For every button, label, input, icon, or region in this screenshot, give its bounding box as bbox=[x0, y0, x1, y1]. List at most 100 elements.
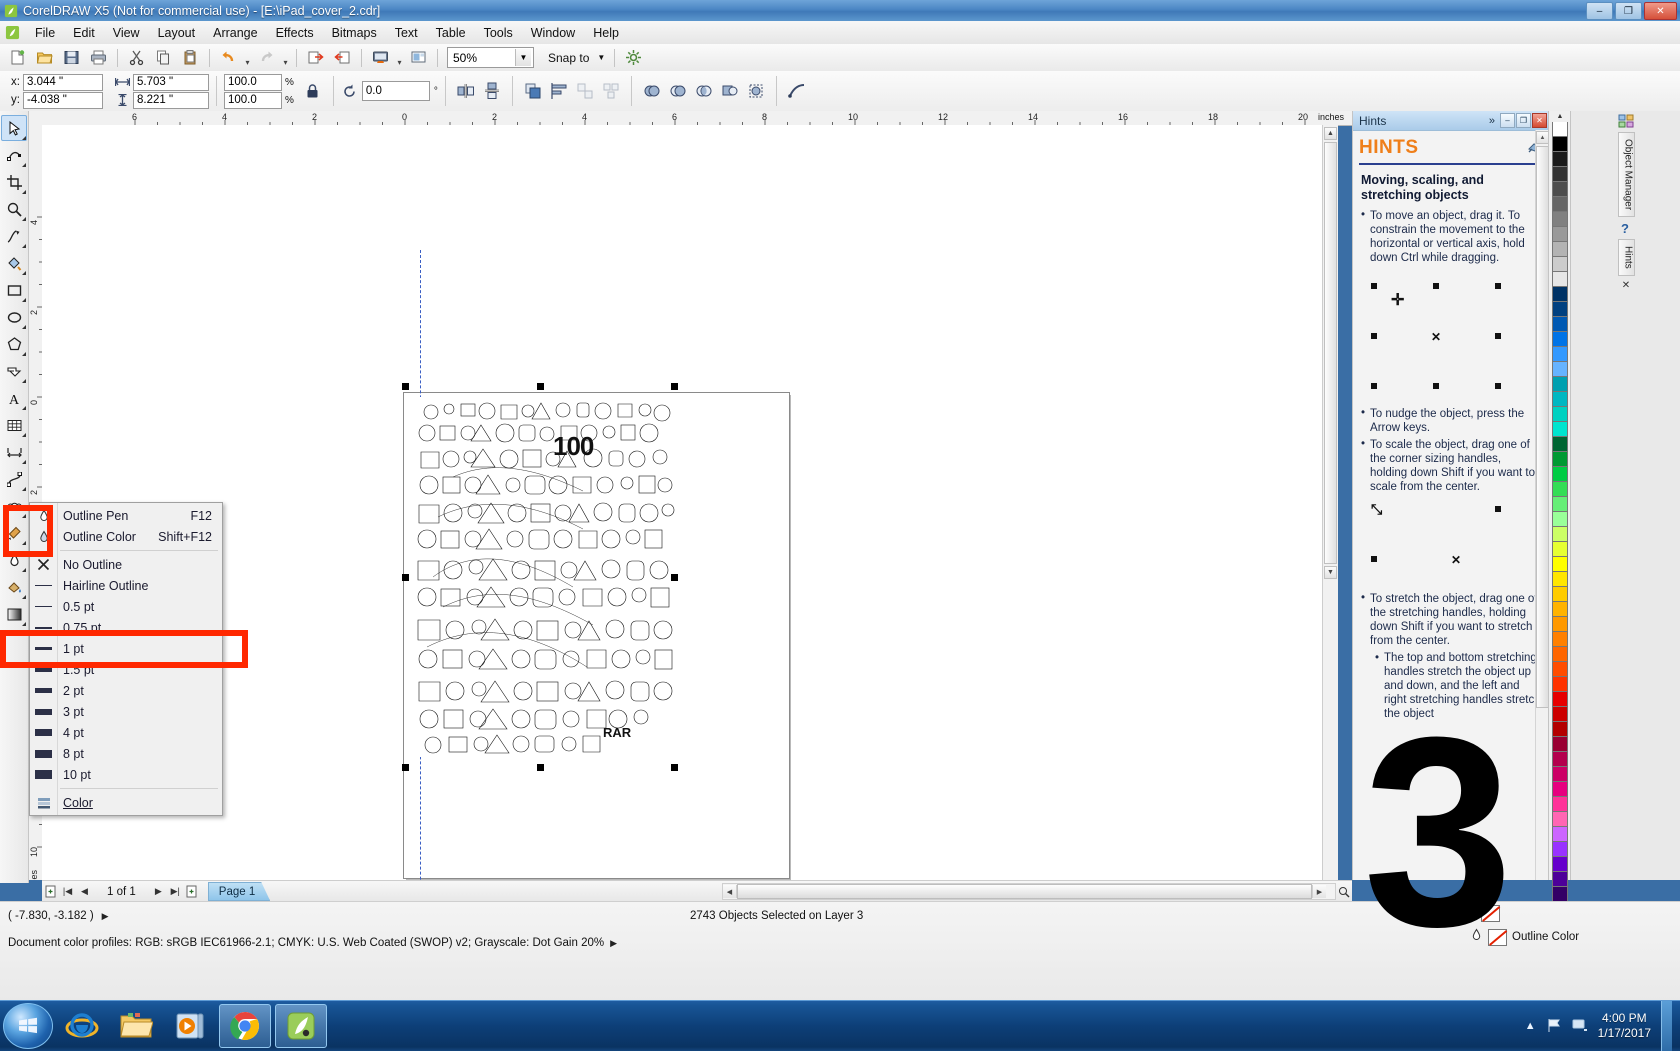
minimize-button[interactable]: – bbox=[1586, 2, 1613, 20]
zoom-level-combo[interactable]: 50% ▼ bbox=[447, 47, 534, 68]
smart-fill-tool[interactable] bbox=[1, 250, 27, 276]
object-manager-icon[interactable] bbox=[1618, 114, 1634, 128]
palette-swatch[interactable] bbox=[1552, 857, 1568, 872]
palette-swatch[interactable] bbox=[1552, 722, 1568, 737]
outline-tool[interactable] bbox=[1, 547, 27, 573]
palette-swatch[interactable] bbox=[1552, 137, 1568, 152]
palette-swatch[interactable] bbox=[1552, 887, 1568, 902]
docker-expand-icon[interactable]: » bbox=[1485, 115, 1499, 127]
last-page-button[interactable]: ▶| bbox=[167, 883, 184, 900]
palette-swatch[interactable] bbox=[1552, 422, 1568, 437]
palette-swatch[interactable] bbox=[1552, 512, 1568, 527]
polygon-tool[interactable] bbox=[1, 331, 27, 357]
palette-swatch[interactable] bbox=[1552, 692, 1568, 707]
copy-icon[interactable] bbox=[150, 45, 177, 70]
selection-handle-sw[interactable] bbox=[402, 764, 409, 771]
convert-outline-icon[interactable] bbox=[784, 78, 810, 104]
fill-tool[interactable] bbox=[1, 574, 27, 600]
corel-connect-icon[interactable] bbox=[405, 45, 432, 70]
taskbar-coreldraw[interactable] bbox=[275, 1004, 327, 1048]
undo-dropdown-arrow-icon[interactable]: ▾ bbox=[242, 44, 253, 72]
palette-swatch[interactable] bbox=[1552, 212, 1568, 227]
menu-item-outline-color-dialog[interactable]: Color bbox=[30, 792, 222, 813]
menu-edit[interactable]: Edit bbox=[64, 23, 104, 43]
palette-swatch[interactable] bbox=[1552, 617, 1568, 632]
selected-artwork[interactable]: 100 RAR bbox=[413, 397, 675, 757]
blend-tool[interactable] bbox=[1, 493, 27, 519]
color-proof-icon[interactable] bbox=[1425, 906, 1443, 924]
menu-item-outline-pen[interactable]: Outline Pen F12 bbox=[30, 505, 222, 526]
palette-swatch[interactable] bbox=[1552, 257, 1568, 272]
palette-swatch[interactable] bbox=[1552, 437, 1568, 452]
palette-swatch[interactable] bbox=[1552, 122, 1568, 137]
save-document-icon[interactable] bbox=[58, 45, 85, 70]
menu-layout[interactable]: Layout bbox=[149, 23, 205, 43]
sidebar-tab-object-manager[interactable]: Object Manager bbox=[1618, 132, 1635, 217]
to-front-icon[interactable] bbox=[520, 78, 546, 104]
fill-icon[interactable] bbox=[1460, 904, 1475, 923]
paste-icon[interactable] bbox=[177, 45, 204, 70]
menu-item-width-1-5pt[interactable]: 1.5 pt bbox=[30, 659, 222, 680]
help-icon[interactable]: ? bbox=[1619, 221, 1633, 235]
palette-swatch[interactable] bbox=[1552, 647, 1568, 662]
palette-swatch[interactable] bbox=[1552, 392, 1568, 407]
y-position-input[interactable]: -4.038 " bbox=[23, 92, 103, 109]
sidebar-tab-hints[interactable]: Hints bbox=[1618, 239, 1635, 276]
horizontal-ruler[interactable]: 6 4 2 0 2 4 6 8 10 12 14 16 18 20 inches bbox=[28, 111, 1352, 126]
trim-icon[interactable] bbox=[665, 78, 691, 104]
palette-scroll-up-icon[interactable]: ▲ bbox=[1553, 112, 1567, 121]
close-button[interactable]: ✕ bbox=[1644, 2, 1677, 20]
docker-close-button[interactable]: ✕ bbox=[1532, 113, 1547, 128]
menu-item-width-0-75pt[interactable]: 0.75 pt bbox=[30, 617, 222, 638]
palette-swatch[interactable] bbox=[1552, 587, 1568, 602]
horizontal-scrollbar[interactable]: ◀ ▶ bbox=[722, 883, 1336, 900]
menu-item-width-8pt[interactable]: 8 pt bbox=[30, 743, 222, 764]
taskbar-clock[interactable]: 4:00 PM 1/17/2017 bbox=[1598, 1011, 1651, 1041]
freehand-tool[interactable] bbox=[1, 223, 27, 249]
zoom-tool[interactable] bbox=[1, 196, 27, 222]
taskbar-media-player[interactable] bbox=[165, 1005, 215, 1047]
menu-view[interactable]: View bbox=[104, 23, 149, 43]
palette-swatch[interactable] bbox=[1552, 242, 1568, 257]
add-page-before-icon[interactable] bbox=[42, 883, 59, 900]
docker-restore-button[interactable]: ❐ bbox=[1516, 113, 1531, 128]
menu-item-width-3pt[interactable]: 3 pt bbox=[30, 701, 222, 722]
palette-swatch[interactable] bbox=[1552, 182, 1568, 197]
taskbar-internet-explorer[interactable] bbox=[57, 1005, 107, 1047]
menu-item-width-2pt[interactable]: 2 pt bbox=[30, 680, 222, 701]
menu-window[interactable]: Window bbox=[522, 23, 584, 43]
menu-help[interactable]: Help bbox=[584, 23, 628, 43]
horizontal-scroll-thumb[interactable] bbox=[737, 884, 1312, 899]
ellipse-tool[interactable] bbox=[1, 304, 27, 330]
palette-swatch[interactable] bbox=[1552, 167, 1568, 182]
palette-swatch[interactable] bbox=[1552, 572, 1568, 587]
palette-swatch[interactable] bbox=[1552, 872, 1568, 887]
menu-item-outline-color[interactable]: Outline Color Shift+F12 bbox=[30, 526, 222, 547]
drawing-canvas[interactable]: 100 RAR ▲ ▼ bbox=[42, 125, 1338, 880]
show-desktop-button[interactable] bbox=[1661, 1001, 1672, 1051]
selection-handle-e[interactable] bbox=[671, 574, 678, 581]
menu-item-no-outline[interactable]: No Outline bbox=[30, 554, 222, 575]
palette-swatch[interactable] bbox=[1552, 662, 1568, 677]
selection-handle-w[interactable] bbox=[402, 574, 409, 581]
sidebar-close-icon[interactable]: ✕ bbox=[1571, 276, 1680, 291]
rotation-input[interactable]: 0.0 bbox=[362, 81, 430, 101]
interactive-fill-tool[interactable] bbox=[1, 601, 27, 627]
palette-swatch[interactable] bbox=[1552, 707, 1568, 722]
palette-swatch[interactable] bbox=[1552, 332, 1568, 347]
palette-swatch[interactable] bbox=[1552, 467, 1568, 482]
height-input[interactable]: 8.221 " bbox=[133, 92, 209, 109]
palette-swatch[interactable] bbox=[1552, 152, 1568, 167]
new-document-icon[interactable] bbox=[4, 45, 31, 70]
boundary-icon[interactable] bbox=[743, 78, 769, 104]
previous-page-button[interactable]: ◀ bbox=[76, 883, 93, 900]
simplify-icon[interactable] bbox=[717, 78, 743, 104]
maximize-button[interactable]: ❐ bbox=[1615, 2, 1642, 20]
palette-swatch[interactable] bbox=[1552, 542, 1568, 557]
menu-tools[interactable]: Tools bbox=[475, 23, 522, 43]
hints-scrollbar[interactable]: ▲ bbox=[1535, 130, 1549, 880]
palette-swatch[interactable] bbox=[1552, 377, 1568, 392]
launcher-dropdown-arrow-icon[interactable]: ▾ bbox=[394, 44, 405, 72]
palette-swatch[interactable] bbox=[1552, 782, 1568, 797]
width-input[interactable]: 5.703 " bbox=[133, 74, 209, 91]
